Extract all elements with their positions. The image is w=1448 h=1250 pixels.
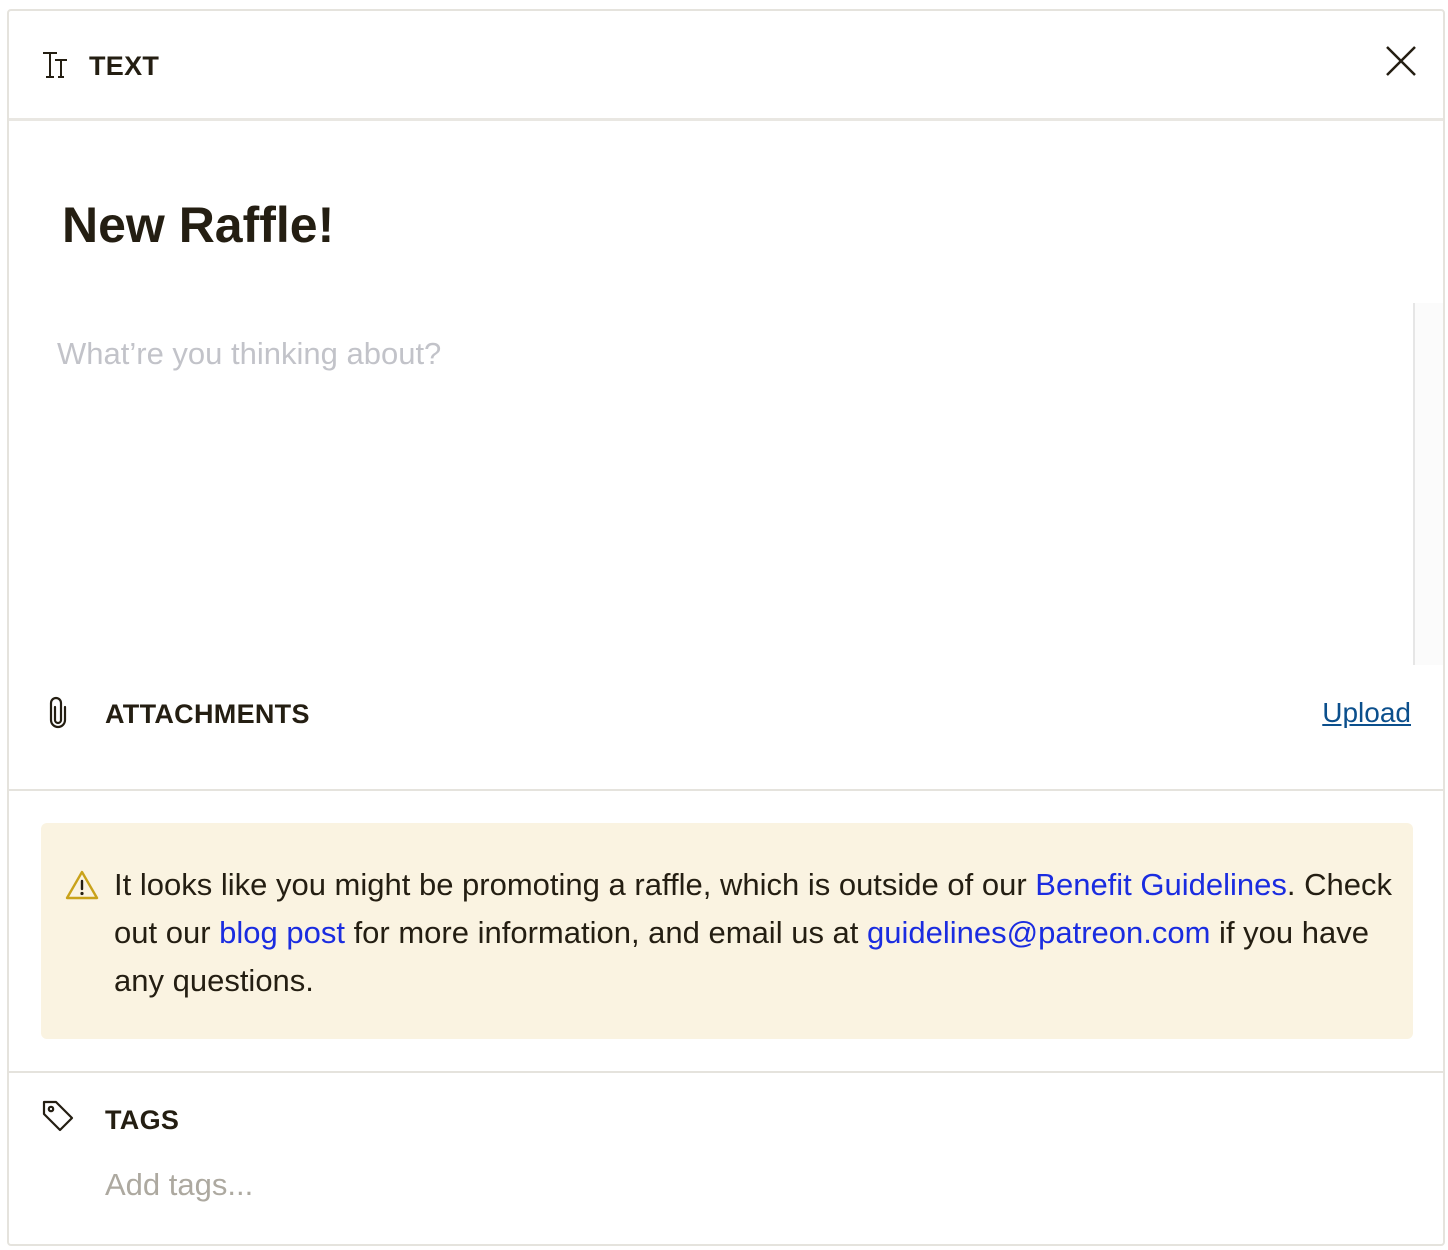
- upload-link[interactable]: Upload: [1322, 697, 1411, 729]
- text-size-icon: [43, 52, 67, 78]
- editor-header: TEXT: [9, 11, 1443, 121]
- paperclip-icon: [49, 696, 67, 729]
- guidelines-email-link[interactable]: guidelines@patreon.com: [867, 915, 1210, 950]
- warning-text: for more information, and email us at: [344, 915, 868, 950]
- post-editor-panel: TEXT New Raffle! What’re you thinking ab…: [7, 9, 1445, 1246]
- blog-post-link[interactable]: blog post: [219, 915, 345, 950]
- warning-message: It looks like you might be promoting a r…: [114, 861, 1394, 1005]
- benefit-guidelines-link[interactable]: Benefit Guidelines: [1035, 867, 1287, 902]
- post-body-editor[interactable]: What’re you thinking about?: [57, 336, 1397, 666]
- post-type-label: TEXT: [89, 51, 160, 81]
- attachments-label: ATTACHMENTS: [105, 699, 310, 729]
- tags-section: TAGS: [9, 1071, 1443, 1241]
- close-icon[interactable]: [1383, 43, 1419, 79]
- warning-triangle-icon: [65, 870, 99, 900]
- editor-scrollbar[interactable]: [1413, 303, 1443, 665]
- attachments-section: ATTACHMENTS Upload: [9, 681, 1443, 791]
- tags-input[interactable]: [105, 1163, 705, 1207]
- post-body-placeholder: What’re you thinking about?: [57, 336, 442, 371]
- raffle-warning-banner: It looks like you might be promoting a r…: [41, 823, 1413, 1039]
- tag-icon: [42, 1100, 74, 1132]
- tags-label: TAGS: [105, 1105, 180, 1135]
- warning-text: It looks like you might be promoting a r…: [114, 867, 1036, 902]
- post-title[interactable]: New Raffle!: [62, 196, 334, 254]
